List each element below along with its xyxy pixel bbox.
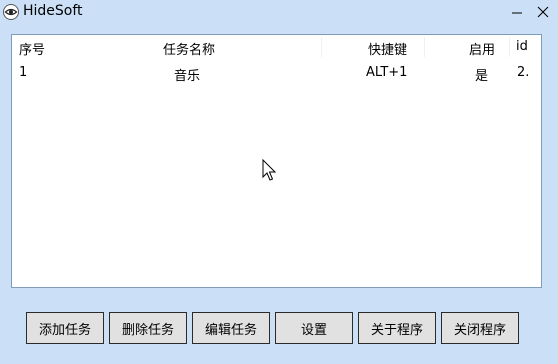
settings-button[interactable]: 设置 [275,312,353,344]
mouse-cursor-icon [262,159,277,181]
close-program-button[interactable]: 关闭程序 [441,312,519,344]
table-header: 序号 任务名称 快捷键 启用 id [12,35,541,59]
column-divider [424,37,425,57]
column-header-name[interactable]: 任务名称 [163,39,215,58]
column-header-index[interactable]: 序号 [19,39,45,58]
column-header-hotkey[interactable]: 快捷键 [368,39,407,58]
column-divider [509,37,510,57]
column-header-id[interactable]: id [516,39,528,54]
window-title: HideSoft [23,3,83,19]
title-bar: HideSoft [0,0,558,24]
column-divider [321,37,322,57]
minimize-icon [512,12,522,14]
minimize-button[interactable] [504,0,530,24]
close-button[interactable] [530,0,556,24]
row-task-name: 音乐 [174,69,201,84]
row-index: 1 [19,65,28,80]
column-header-enabled[interactable]: 启用 [469,39,495,58]
row-enabled: 是 [475,69,489,84]
delete-task-button[interactable]: 删除任务 [109,312,187,344]
table-row[interactable]: 1 音乐 ALT+1 是 2. [12,61,541,85]
row-hotkey: ALT+1 [366,65,408,80]
edit-task-button[interactable]: 编辑任务 [192,312,270,344]
row-id: 2. [517,65,530,80]
eye-icon [3,4,19,20]
add-task-button[interactable]: 添加任务 [26,312,104,344]
close-icon [537,6,549,18]
about-button[interactable]: 关于程序 [358,312,436,344]
